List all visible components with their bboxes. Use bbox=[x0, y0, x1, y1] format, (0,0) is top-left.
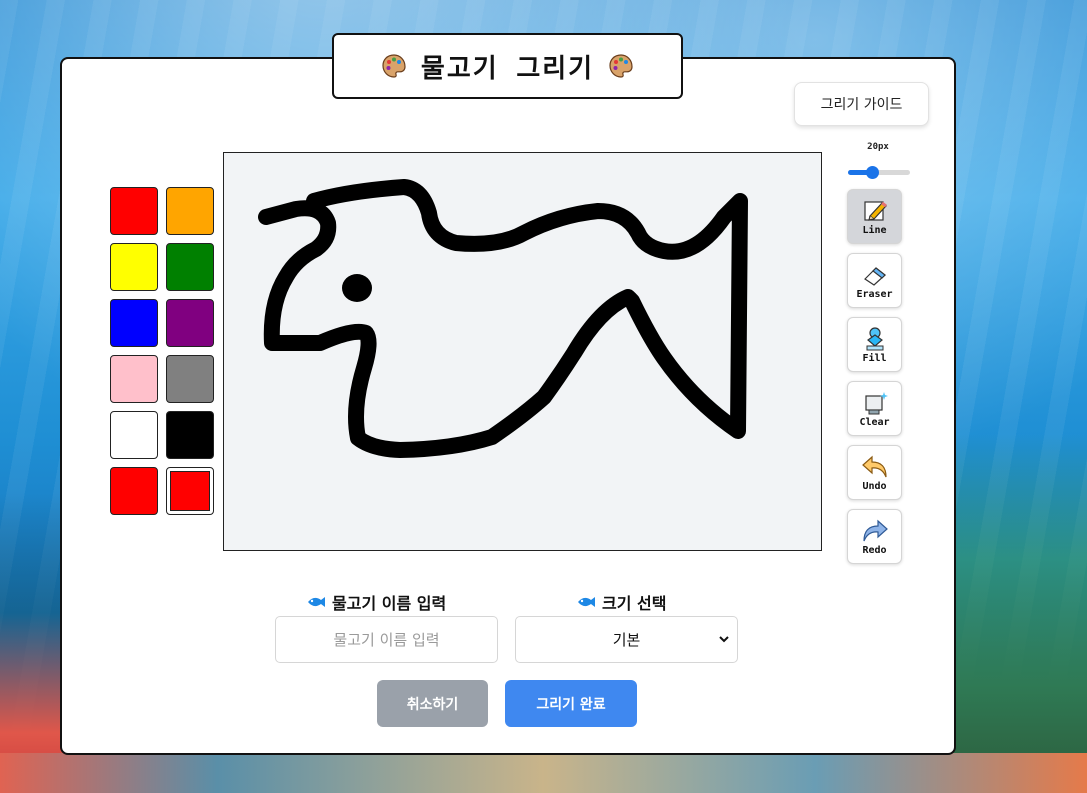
palette-icon bbox=[382, 54, 406, 78]
tool-clear-button[interactable]: Clear bbox=[847, 381, 902, 436]
color-swatch[interactable] bbox=[166, 355, 214, 403]
tool-fill-button[interactable]: Fill bbox=[847, 317, 902, 372]
pencil-icon bbox=[863, 200, 887, 221]
color-swatch[interactable] bbox=[166, 299, 214, 347]
tool-redo-button[interactable]: Redo bbox=[847, 509, 902, 564]
fish-size-select[interactable]: 기본 bbox=[515, 616, 738, 663]
color-swatch[interactable] bbox=[110, 467, 158, 515]
brush-size-label: 20px bbox=[867, 142, 889, 152]
brush-size-slider[interactable] bbox=[848, 166, 910, 179]
finish-drawing-button[interactable]: 그리기 완료 bbox=[505, 680, 637, 727]
color-swatch[interactable] bbox=[110, 299, 158, 347]
title-banner: 물고기 그리기 bbox=[332, 33, 683, 99]
size-field-label-text: 크기 선택 bbox=[602, 594, 667, 613]
fish-sketch bbox=[258, 179, 748, 458]
size-field-label: 크기 선택 bbox=[576, 590, 666, 614]
drawing-guide-button[interactable]: 그리기 가이드 bbox=[794, 82, 929, 126]
fish-name-input[interactable] bbox=[275, 616, 498, 663]
color-palette bbox=[110, 187, 214, 515]
tool-label: Undo bbox=[862, 480, 887, 492]
seaweed-right bbox=[947, 433, 1087, 793]
color-swatch[interactable] bbox=[110, 187, 158, 235]
tool-label: Line bbox=[862, 224, 887, 236]
undo-icon bbox=[861, 455, 887, 477]
redo-icon bbox=[862, 519, 888, 541]
fish-icon bbox=[308, 597, 325, 607]
color-swatch[interactable] bbox=[166, 411, 214, 459]
tool-label: Redo bbox=[862, 544, 887, 556]
chevron-down-icon bbox=[719, 636, 729, 643]
color-swatch[interactable] bbox=[110, 243, 158, 291]
color-swatch[interactable] bbox=[166, 187, 214, 235]
name-field-label-text: 물고기 이름 입력 bbox=[332, 594, 447, 613]
fish-icon bbox=[578, 597, 595, 607]
size-select-value: 기본 bbox=[612, 631, 641, 649]
tool-eraser-button[interactable]: Eraser bbox=[847, 253, 902, 308]
drawing-canvas[interactable] bbox=[223, 152, 822, 551]
page-title: 물고기 그리기 bbox=[420, 53, 595, 84]
fish-eye bbox=[342, 274, 372, 302]
selected-color-fill bbox=[170, 471, 210, 511]
color-swatch[interactable] bbox=[110, 411, 158, 459]
color-swatch[interactable] bbox=[110, 355, 158, 403]
tool-undo-button[interactable]: Undo bbox=[847, 445, 902, 500]
tool-line-button[interactable]: Line bbox=[847, 189, 902, 244]
fill-bucket-icon bbox=[866, 326, 883, 350]
eraser-icon bbox=[863, 266, 886, 286]
name-field-label: 물고기 이름 입력 bbox=[306, 590, 446, 614]
cancel-button[interactable]: 취소하기 bbox=[377, 680, 488, 727]
color-swatch-selected[interactable] bbox=[166, 467, 214, 515]
slider-thumb[interactable] bbox=[866, 166, 880, 179]
sea-floor bbox=[0, 753, 1087, 793]
tool-label: Clear bbox=[859, 416, 890, 428]
tool-label: Fill bbox=[862, 352, 887, 364]
palette-icon bbox=[609, 54, 633, 78]
clear-icon bbox=[864, 391, 888, 414]
color-swatch[interactable] bbox=[166, 243, 214, 291]
tool-label: Eraser bbox=[856, 288, 893, 300]
